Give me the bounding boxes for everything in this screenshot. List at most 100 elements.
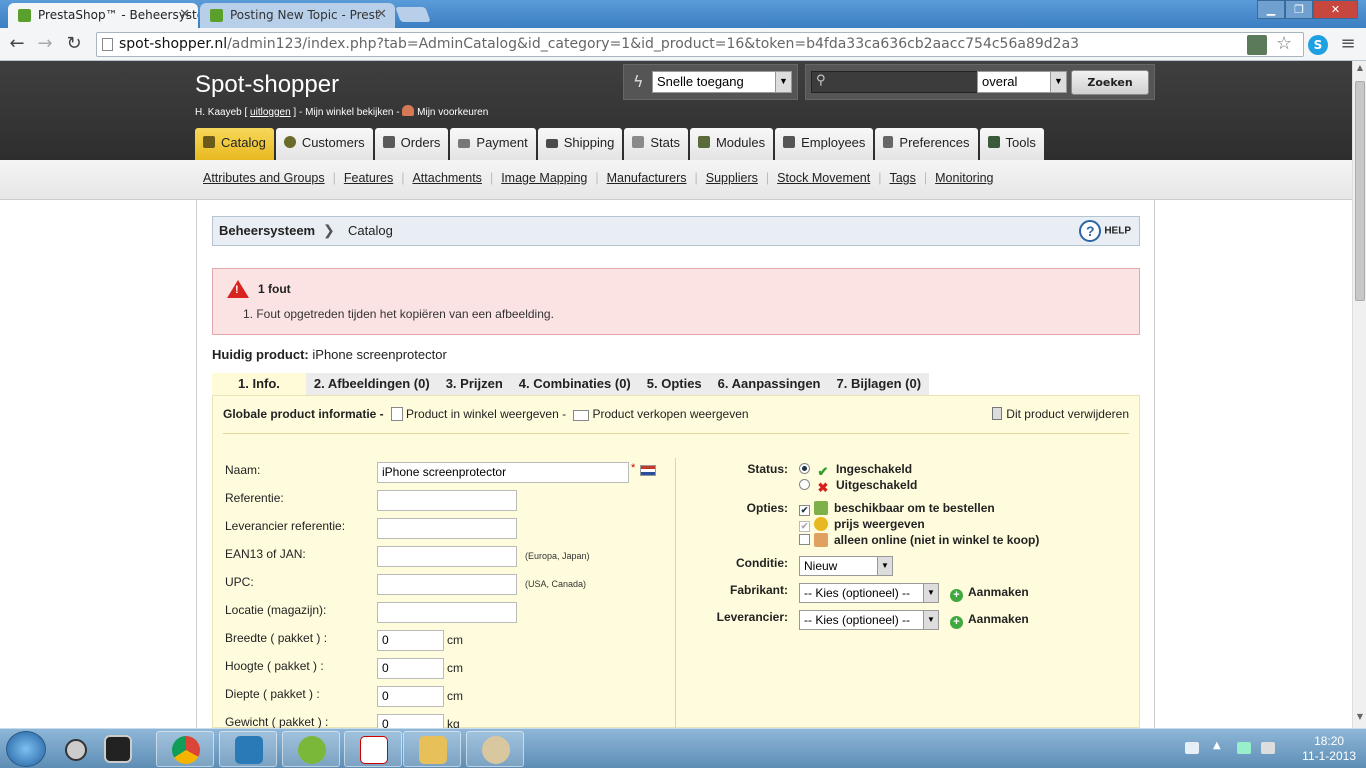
tab-customizations[interactable]: 6. Aanpassingen <box>709 373 829 395</box>
checkbox-show-price[interactable]: ✔ <box>799 521 810 532</box>
ean-hint: (Europa, Japan) <box>525 551 590 561</box>
camera-app-icon[interactable] <box>104 735 132 763</box>
view-in-shop-link[interactable]: Product in winkel weergeven - <box>406 407 566 421</box>
minimize-icon[interactable]: ▁ <box>1257 0 1285 19</box>
option-show-price[interactable]: ✔ prijs weergeven <box>799 517 925 532</box>
tab-customers[interactable]: Customers <box>275 128 373 160</box>
manufacturer-select[interactable]: -- Kies (optioneel) -- ▼ <box>799 583 939 603</box>
chrome-taskbar-button[interactable] <box>156 731 214 767</box>
app-icon[interactable] <box>65 739 87 761</box>
subnav-image-mapping[interactable]: Image Mapping <box>501 171 587 185</box>
preferences-link[interactable]: Mijn voorkeuren <box>417 107 488 118</box>
supplier-select[interactable]: -- Kies (optioneel) -- ▼ <box>799 610 939 630</box>
supplier-reference-input[interactable] <box>377 518 517 539</box>
create-supplier-link[interactable]: + Aanmaken <box>950 612 1029 629</box>
subnav-attributes-groups[interactable]: Attributes and Groups <box>203 171 325 185</box>
scroll-down-icon[interactable]: ▼ <box>1353 712 1366 726</box>
location-input[interactable] <box>377 602 517 623</box>
checkbox-online-only[interactable] <box>799 534 810 545</box>
forward-arrow-icon[interactable]: → <box>34 34 56 56</box>
reload-icon[interactable]: ↻ <box>63 34 85 56</box>
paint-taskbar-button[interactable] <box>466 731 524 767</box>
browser-tab-prestashop[interactable]: PrestaShop™ - Beheersyste ✕ <box>8 3 198 28</box>
scroll-up-icon[interactable]: ▲ <box>1353 63 1366 77</box>
create-manufacturer-link[interactable]: + Aanmaken <box>950 585 1029 602</box>
width-input[interactable]: 0 <box>377 630 444 651</box>
status-disabled-option[interactable]: ✖ Uitgeschakeld <box>799 478 917 495</box>
tab-stats[interactable]: Stats <box>624 128 688 160</box>
radio-disabled[interactable] <box>799 479 810 490</box>
tab-attachments[interactable]: 7. Bijlagen (0) <box>828 373 930 395</box>
search-scope-select[interactable]: overal ▼ <box>977 71 1067 93</box>
delete-product-link[interactable]: Dit product verwijderen <box>992 407 1129 421</box>
height-input[interactable]: 0 <box>377 658 444 679</box>
tab-options[interactable]: 5. Opties <box>638 373 710 395</box>
shop-view-link[interactable]: ] - Mijn winkel bekijken - <box>293 107 399 118</box>
explorer-taskbar-button[interactable] <box>403 731 461 767</box>
tab-employees[interactable]: Employees <box>775 128 874 160</box>
tab-preferences[interactable]: Preferences <box>875 128 978 160</box>
condition-select[interactable]: Nieuw ▼ <box>799 556 893 576</box>
show-hidden-icons[interactable]: ▲ <box>1213 740 1221 751</box>
breadcrumb-root[interactable]: Beheersysteem <box>219 223 315 238</box>
tab-catalog[interactable]: Catalog <box>195 128 274 160</box>
pdf-taskbar-button[interactable] <box>344 731 402 767</box>
keyboard-icon[interactable] <box>1185 742 1199 754</box>
name-input[interactable]: iPhone screenprotector <box>377 462 629 483</box>
trash-icon <box>992 407 1003 420</box>
user-icon <box>402 105 415 116</box>
bookmark-star-icon[interactable]: ☆ <box>1276 35 1296 55</box>
tab-payment[interactable]: Payment <box>450 128 536 160</box>
volume-icon[interactable] <box>1261 742 1275 754</box>
close-tab-icon[interactable]: ✕ <box>179 7 190 22</box>
tab-combinations[interactable]: 4. Combinaties (0) <box>510 373 639 395</box>
upc-input[interactable] <box>377 574 517 595</box>
scroll-thumb[interactable] <box>1355 81 1365 301</box>
tab-info[interactable]: 1. Info. <box>212 373 306 395</box>
option-available[interactable]: ✔ beschikbaar om te bestellen <box>799 501 995 516</box>
checkbox-available[interactable]: ✔ <box>799 505 810 516</box>
restore-icon[interactable]: ❐ <box>1285 0 1313 19</box>
subnav-monitoring[interactable]: Monitoring <box>935 171 993 185</box>
depth-input[interactable]: 0 <box>377 686 444 707</box>
option-online-only[interactable]: alleen online (niet in winkel te koop) <box>799 533 1039 547</box>
subnav-features[interactable]: Features <box>344 171 393 185</box>
subnav-stock-movement[interactable]: Stock Movement <box>777 171 870 185</box>
network-icon[interactable] <box>1237 742 1251 754</box>
back-arrow-icon[interactable]: ← <box>6 34 28 56</box>
reference-input[interactable] <box>377 490 517 511</box>
start-button[interactable] <box>6 731 46 767</box>
ean-input[interactable] <box>377 546 517 567</box>
tab-orders[interactable]: Orders <box>374 128 449 160</box>
menu-icon[interactable]: ≡ <box>1338 35 1358 55</box>
address-bar[interactable]: spot-shopper.nl/admin123/index.php?tab=A… <box>96 32 1304 57</box>
extension-icon[interactable] <box>1247 35 1267 55</box>
tab-modules[interactable]: Modules <box>689 128 774 160</box>
sell-view-link[interactable]: Product verkopen weergeven <box>592 407 748 421</box>
close-window-icon[interactable]: ✕ <box>1313 0 1358 19</box>
new-tab-button[interactable] <box>395 7 431 22</box>
system-clock[interactable]: 18:20 11-1-2013 <box>1302 734 1356 764</box>
close-tab-icon[interactable]: ✕ <box>376 7 387 22</box>
logout-link[interactable]: uitloggen <box>250 107 291 118</box>
search-input[interactable]: ⚲ <box>811 71 981 93</box>
subnav-tags[interactable]: Tags <box>889 171 915 185</box>
browser-tab-posting[interactable]: Posting New Topic - Prest ✕ <box>200 3 395 28</box>
skype-icon[interactable]: S <box>1308 35 1328 55</box>
help-button[interactable]: ? HELP <box>1079 220 1131 242</box>
language-flag-icon[interactable] <box>640 464 656 478</box>
tab-images[interactable]: 2. Afbeeldingen (0) <box>305 373 438 395</box>
tab-prices[interactable]: 3. Prijzen <box>437 373 511 395</box>
status-enabled-option[interactable]: ✔ Ingeschakeld <box>799 462 912 479</box>
quick-access-select[interactable]: Snelle toegang ▼ <box>652 71 792 93</box>
twitter-taskbar-button[interactable] <box>219 731 277 767</box>
subnav-manufacturers[interactable]: Manufacturers <box>607 171 687 185</box>
subnav-suppliers[interactable]: Suppliers <box>706 171 758 185</box>
search-button[interactable]: Zoeken <box>1071 70 1149 95</box>
page-scrollbar[interactable]: ▲ ▼ <box>1352 61 1366 728</box>
tab-shipping[interactable]: Shipping <box>537 128 623 160</box>
subnav-attachments[interactable]: Attachments <box>412 171 481 185</box>
tab-tools[interactable]: Tools <box>979 128 1044 160</box>
spotify-taskbar-button[interactable] <box>282 731 340 767</box>
radio-enabled[interactable] <box>799 463 810 474</box>
